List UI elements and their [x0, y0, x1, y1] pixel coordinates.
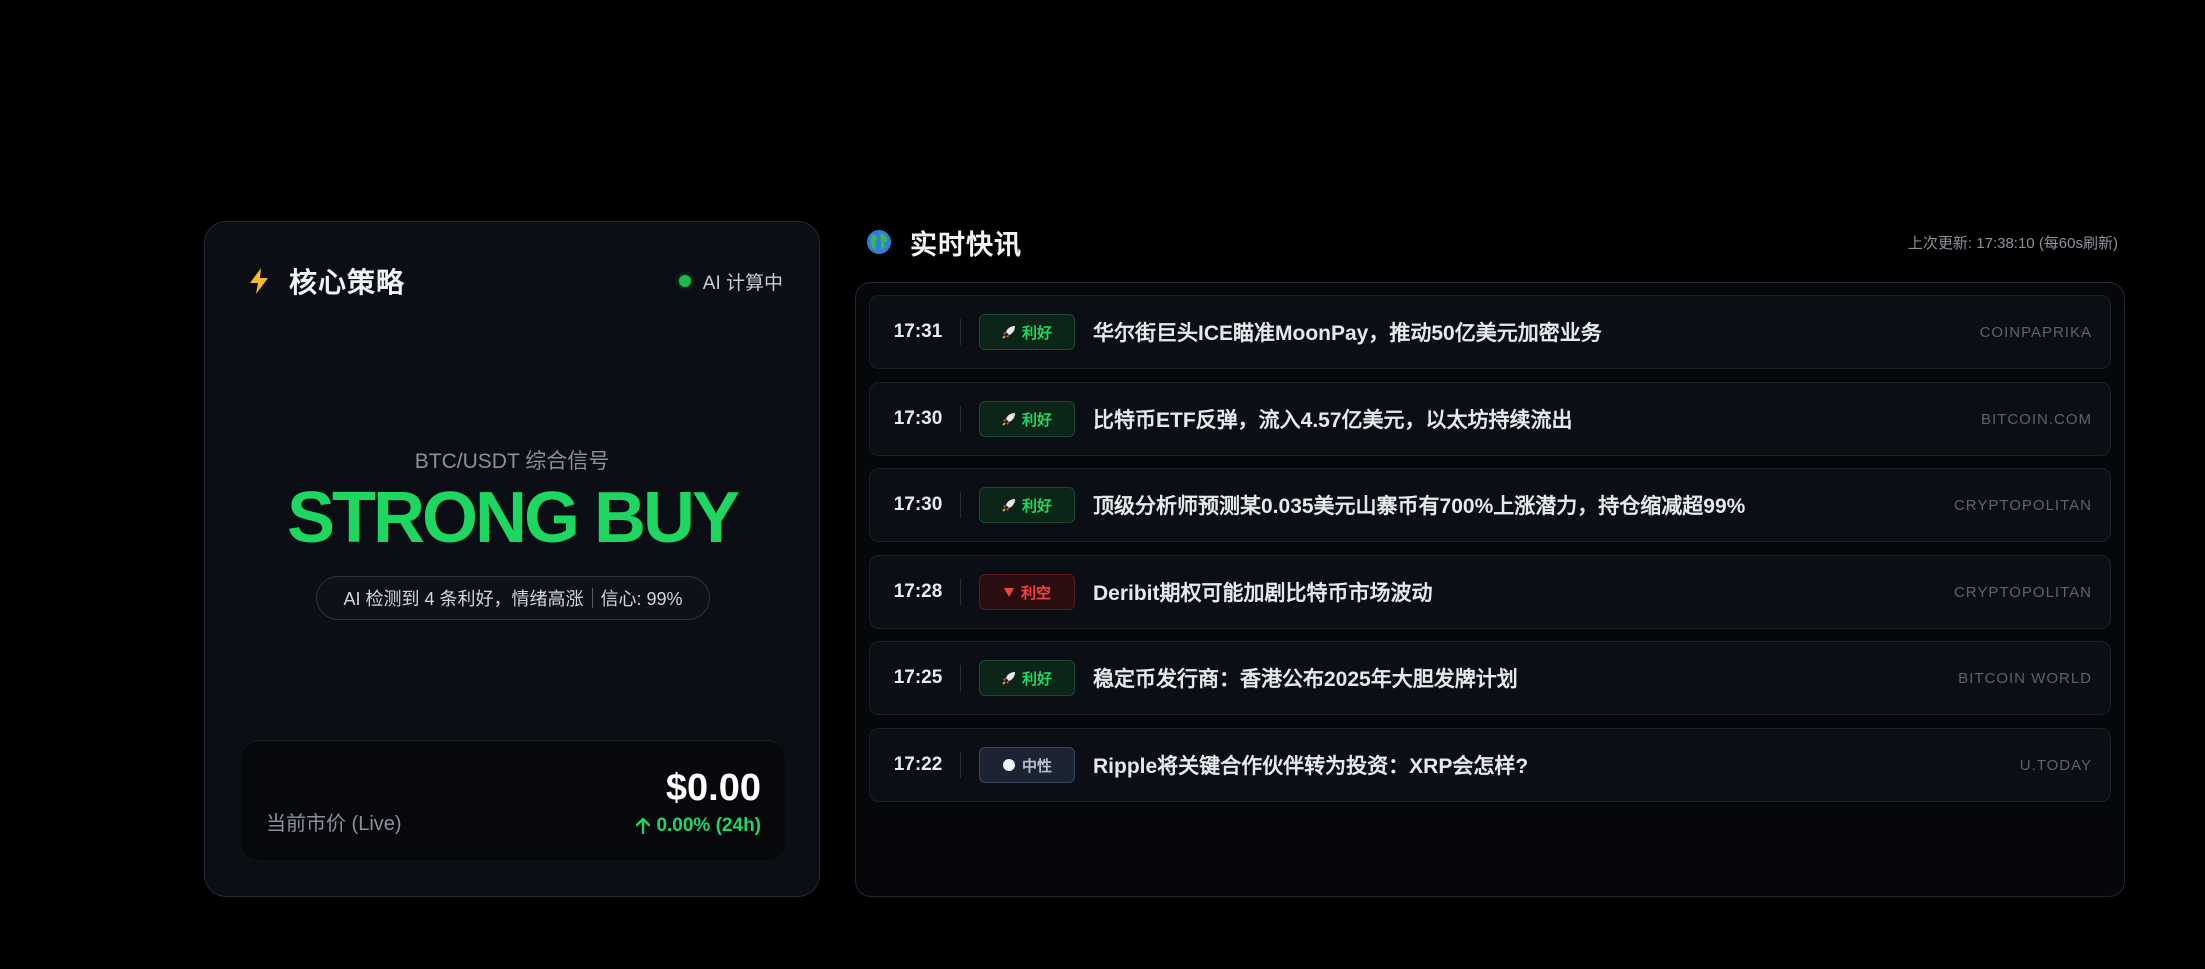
news-source: BITCOIN WORLD: [1958, 669, 2092, 687]
news-source: COINPAPRIKA: [1979, 323, 2092, 341]
news-time: 17:22: [893, 754, 943, 775]
news-item[interactable]: 17:25 利好 稳定币发行商：香港公布2025年大胆发牌计划 BITCOIN …: [869, 641, 2111, 715]
news-panel: 17:31 利好 华尔街巨头ICE瞄准MoonPay，推动50亿美元加密业务 C…: [855, 282, 2125, 897]
signal-summary: AI 检测到 4 条利好，情绪高涨: [343, 589, 584, 609]
sentiment-tag-label: 利好: [1021, 497, 1052, 515]
news-source: BITCOIN.COM: [1981, 410, 2092, 428]
confidence-label: 信心: 99%: [600, 589, 683, 609]
news-item[interactable]: 17:30 利好 顶级分析师预测某0.035美元山寨币有700%上涨潜力，持仓缩…: [869, 468, 2111, 542]
time-divider: [960, 665, 961, 691]
news-time: 17:25: [893, 667, 943, 688]
globe-icon: [866, 229, 892, 255]
news-title: 实时快讯: [910, 229, 1022, 260]
strategy-header: 核心策略 AI 计算中: [245, 262, 783, 300]
news-headline[interactable]: 华尔街巨头ICE瞄准MoonPay，推动50亿美元加密业务: [1093, 317, 1980, 347]
price-box: 当前市价 (Live) $0.00 0.00% (24h): [241, 740, 785, 860]
price-change-value: 0.00% (24h): [656, 815, 761, 836]
lightning-bolt-icon: [245, 267, 273, 295]
news-time: 17:31: [893, 321, 943, 342]
sentiment-tag-label: 利好: [1021, 670, 1052, 688]
news-header: 实时快讯 上次更新: 17:38:10 (每60s刷新): [866, 224, 2118, 260]
status-dot-icon: [678, 275, 691, 287]
price-value: $0.00: [665, 767, 761, 809]
time-divider: [960, 752, 961, 778]
sentiment-tag-label: 利空: [1020, 584, 1051, 602]
rocket-icon: [1002, 498, 1016, 512]
signal-pair-label: BTC/USDT 综合信号: [414, 450, 610, 473]
strategy-card: 核心策略 AI 计算中 BTC/USDT 综合信号 STRONG BUY AI …: [204, 221, 820, 897]
news-source: CRYPTOPOLITAN: [1953, 496, 2092, 514]
ai-status-label: AI 计算中: [702, 272, 783, 294]
time-divider: [960, 319, 961, 345]
rocket-icon: [1002, 412, 1016, 426]
time-divider: [960, 492, 961, 518]
news-time: 17:28: [893, 581, 943, 602]
news-item[interactable]: 17:28 利空 Deribit期权可能加剧比特币市场波动 CRYPTOPOLI…: [869, 555, 2111, 629]
rocket-icon: [1002, 671, 1016, 685]
sentiment-tag-label: 利好: [1021, 324, 1052, 342]
sentiment-tag: 中性: [979, 747, 1075, 783]
time-divider: [960, 579, 961, 605]
price-label: 当前市价 (Live): [266, 813, 402, 835]
news-time: 17:30: [893, 408, 943, 429]
sentiment-tag: 利好: [979, 487, 1075, 523]
ai-status-indicator: AI 计算中: [678, 268, 783, 295]
down-triangle-icon: [1003, 586, 1015, 598]
news-time: 17:30: [893, 494, 943, 515]
news-source: CRYPTOPOLITAN: [1953, 583, 2092, 601]
strategy-title: 核心策略: [289, 267, 406, 298]
news-headline[interactable]: 顶级分析师预测某0.035美元山寨币有700%上涨潜力，持仓缩减超99%: [1093, 490, 1954, 520]
news-headline[interactable]: 稳定币发行商：香港公布2025年大胆发牌计划: [1093, 663, 1958, 693]
news-item[interactable]: 17:22 中性 Ripple将关键合作伙伴转为投资：XRP会怎样? U.TOD…: [869, 728, 2111, 802]
news-source: U.TODAY: [2019, 756, 2092, 774]
news-item[interactable]: 17:30 利好 比特币ETF反弹，流入4.57亿美元，以太坊持续流出 BITC…: [869, 382, 2111, 456]
news-item[interactable]: 17:31 利好 华尔街巨头ICE瞄准MoonPay，推动50亿美元加密业务 C…: [869, 295, 2111, 369]
sentiment-tag: 利空: [979, 574, 1075, 610]
sentiment-tag-label: 中性: [1021, 757, 1052, 775]
sentiment-tag: 利好: [979, 314, 1075, 350]
signal-summary-pill: AI 检测到 4 条利好，情绪高涨 信心: 99%: [316, 576, 710, 620]
sentiment-tag-label: 利好: [1021, 411, 1052, 429]
news-headline[interactable]: Deribit期权可能加剧比特币市场波动: [1093, 577, 1954, 607]
arrow-up-icon: [636, 818, 651, 834]
price-change: 0.00% (24h): [636, 815, 761, 837]
time-divider: [960, 406, 961, 432]
sentiment-tag: 利好: [979, 401, 1075, 437]
last-update-label: 上次更新: 17:38:10 (每60s刷新): [1907, 234, 2118, 252]
signal-value: STRONG BUY: [286, 478, 740, 558]
circle-icon: [1002, 758, 1016, 772]
pill-divider: [591, 588, 593, 608]
rocket-icon: [1002, 325, 1016, 339]
news-headline[interactable]: Ripple将关键合作伙伴转为投资：XRP会怎样?: [1093, 750, 2020, 780]
sentiment-tag: 利好: [979, 660, 1075, 696]
news-headline[interactable]: 比特币ETF反弹，流入4.57亿美元，以太坊持续流出: [1093, 404, 1981, 434]
